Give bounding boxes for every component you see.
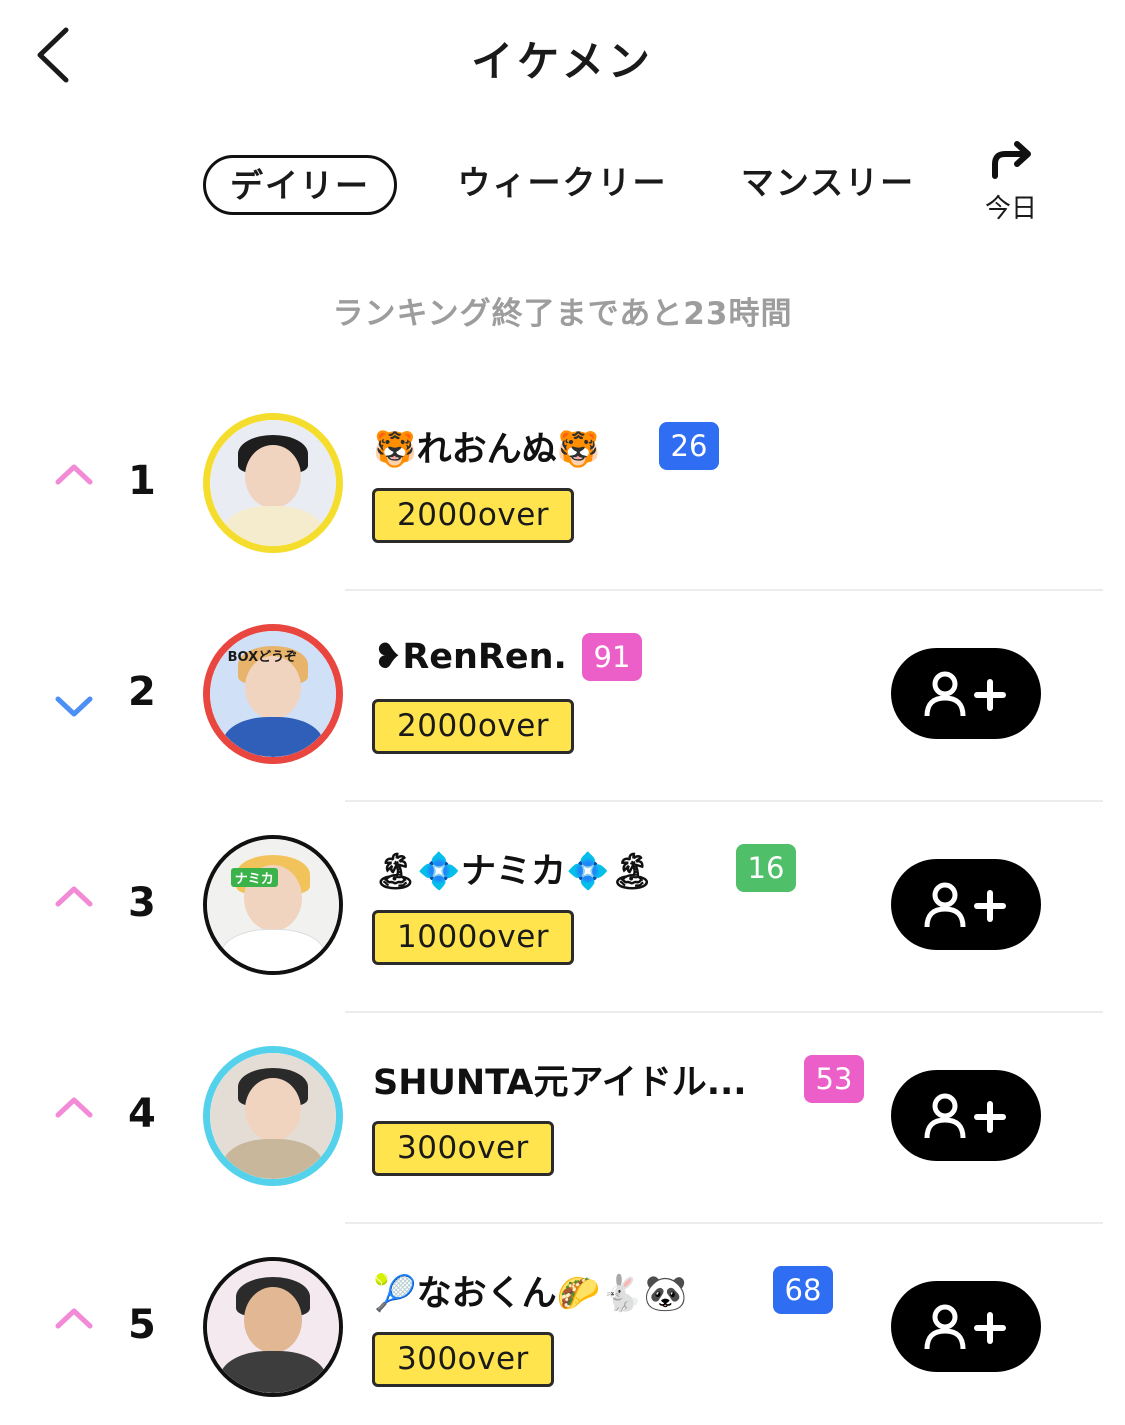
avatar[interactable]: ナミカ bbox=[203, 835, 343, 975]
tab-weekly[interactable]: ウィークリー bbox=[455, 155, 670, 215]
add-user-icon bbox=[924, 882, 1006, 928]
follow-button[interactable] bbox=[891, 648, 1041, 739]
over-badge: 300over bbox=[372, 1332, 554, 1387]
over-badge: 2000over bbox=[372, 699, 575, 754]
avatar-caption: BOXどうぞ bbox=[227, 650, 298, 666]
over-badge: 2000over bbox=[372, 488, 575, 543]
ranking-row[interactable]: 1 🐯れおんぬ🐯 26 2000over bbox=[0, 380, 1125, 591]
over-badge: 1000over bbox=[372, 910, 575, 965]
rank-number: 1 bbox=[128, 458, 156, 504]
follow-button[interactable] bbox=[891, 859, 1041, 950]
user-name: 🐯れおんぬ🐯 bbox=[373, 429, 601, 470]
level-badge: 26 bbox=[659, 422, 719, 470]
header-bar: イケメン bbox=[0, 0, 1125, 110]
period-tabs: デイリー ウィークリー マンスリー 今日 bbox=[0, 140, 1125, 240]
tab-daily[interactable]: デイリー bbox=[203, 155, 397, 215]
add-user-icon bbox=[924, 671, 1006, 717]
follow-button[interactable] bbox=[891, 1281, 1041, 1372]
trend-up-icon bbox=[52, 882, 96, 932]
page-title: イケメン bbox=[471, 37, 654, 86]
user-name: SHUNTA元アイドル... bbox=[373, 1062, 747, 1103]
user-name: ❥RenRen. bbox=[373, 637, 567, 677]
add-user-icon bbox=[924, 1093, 1006, 1139]
trend-up-icon bbox=[52, 1304, 96, 1354]
level-badge: 68 bbox=[773, 1266, 833, 1314]
trend-down-icon bbox=[52, 671, 96, 721]
rank-number: 3 bbox=[128, 880, 156, 926]
avatar[interactable]: BOXどうぞ bbox=[203, 624, 343, 764]
user-name: 🎾なおくん🌮🐇🐼 bbox=[373, 1273, 688, 1314]
avatar[interactable] bbox=[203, 1046, 343, 1186]
level-badge: 16 bbox=[736, 844, 796, 892]
avatar-caption: ナミカ bbox=[230, 868, 278, 888]
rank-number: 5 bbox=[128, 1302, 156, 1348]
today-button[interactable]: 今日 bbox=[975, 140, 1047, 230]
avatar[interactable] bbox=[203, 413, 343, 553]
follow-button[interactable] bbox=[891, 1070, 1041, 1161]
add-user-icon bbox=[924, 1304, 1006, 1350]
redo-arrow-icon bbox=[992, 141, 1031, 179]
tab-monthly[interactable]: マンスリー bbox=[738, 155, 918, 215]
ranking-countdown: ランキング終了まであと23時間 bbox=[332, 296, 793, 332]
level-badge: 91 bbox=[582, 633, 642, 681]
trend-up-icon bbox=[52, 1093, 96, 1143]
rank-number: 4 bbox=[128, 1091, 156, 1137]
ranking-row[interactable]: 4 SHUNTA元アイドル... 53 300over bbox=[0, 1013, 1125, 1224]
avatar[interactable] bbox=[203, 1257, 343, 1397]
ranking-row[interactable]: 3 ナミカ 🏝💠ナミカ💠🏝 16 1000over bbox=[0, 802, 1125, 1013]
ranking-row[interactable]: 2 BOXどうぞ ❥RenRen. 91 2000over bbox=[0, 591, 1125, 802]
user-name: 🏝💠ナミカ💠🏝 bbox=[373, 851, 655, 892]
today-label: 今日 bbox=[984, 194, 1037, 224]
over-badge: 300over bbox=[372, 1121, 554, 1176]
ranking-row[interactable]: 5 🎾なおくん🌮🐇🐼 68 300over bbox=[0, 1224, 1125, 1425]
level-badge: 53 bbox=[804, 1055, 864, 1103]
rank-number: 2 bbox=[128, 669, 156, 715]
trend-up-icon bbox=[52, 460, 96, 510]
